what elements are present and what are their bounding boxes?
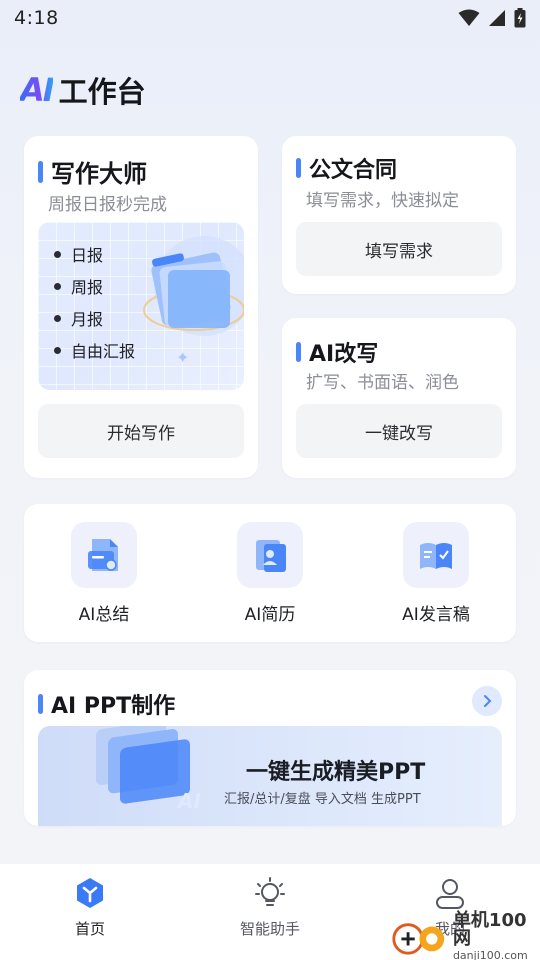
ppt-title: AI PPT制作 [51,694,176,719]
battery-icon [514,8,526,28]
sparkle-icon: ✦ [176,348,190,367]
status-time: 4:18 [14,7,59,29]
watermark-cn: 单机100网 [452,910,527,949]
writing-title: 写作大师 [51,160,147,188]
writing-subtitle: 周报日报秒完成 [48,195,167,215]
start-writing-button[interactable]: 开始写作 [38,404,244,458]
writing-master-card[interactable]: 写作大师 周报日报秒完成 日报 周报 月报 自由汇报 ✦ 开始写作 [24,136,258,478]
nav-label: 智能助手 [239,920,300,938]
status-bar: 4:18 [0,0,540,36]
card-title: 公文合同 [296,152,397,184]
writing-illustration: 日报 周报 月报 自由汇报 ✦ [38,222,244,390]
ppt-banner-subline: 汇报/总计/复盘 导入文档 生成PPT [224,792,421,807]
page-title: 工作台 [58,75,146,109]
ppt-more-button[interactable] [472,686,502,716]
ai-logo: AI [20,71,55,109]
accent-bar [38,160,43,183]
list-item: 自由汇报 [54,334,135,366]
lightbulb-icon [255,877,285,906]
nav-home[interactable]: 首页 [30,876,150,939]
bullet-dot [54,346,61,354]
tool-tile [403,522,469,588]
page-header: AI 工作台 [20,68,146,112]
card-title: AI PPT制作 [38,688,175,720]
watermark: 单机100网 danji100.com [390,912,540,960]
bullet-dot [54,250,61,258]
tool-tile [237,522,303,588]
tool-label: AI总结 [78,605,130,625]
bullet-dot [54,314,61,322]
chevron-right-icon [484,695,492,707]
official-docs-card[interactable]: 公文合同 填写需求，快速拟定 填写需求 [282,136,516,294]
ai-ppt-card[interactable]: AI PPT制作 AI 一键生成精美PPT 汇报/总计/复盘 导入文档 生成PP… [24,670,516,826]
tool-label: AI简历 [244,605,296,625]
tool-label: AI发言稿 [402,605,470,625]
accent-bar [296,342,301,362]
ai-rewrite-card[interactable]: AI改写 扩写、书面语、润色 一键改写 [282,318,516,478]
accent-bar [296,158,301,178]
folder-icon [143,236,244,336]
card-title: AI改写 [296,336,378,368]
tool-ai-resume[interactable]: AI简历 [210,522,330,625]
slides-stack-icon: AI [96,726,201,813]
ppt-banner-headline: 一键生成精美PPT [246,760,426,785]
card-title: 写作大师 [38,154,147,189]
rewrite-title: AI改写 [309,342,379,367]
ai-tools-card: AI总结 AI简历 AI发言稿 [24,504,516,642]
one-click-rewrite-button[interactable]: 一键改写 [296,404,502,458]
tool-ai-speech[interactable]: AI发言稿 [376,522,496,625]
resume-icon [256,540,286,572]
rewrite-subtitle: 扩写、书面语、润色 [306,373,459,393]
summary-doc-icon [88,539,118,571]
ppt-banner[interactable]: AI 一键生成精美PPT 汇报/总计/复盘 导入文档 生成PPT [38,726,502,826]
report-type-list: 日报 周报 月报 自由汇报 [54,238,135,366]
list-item: 日报 [54,238,135,270]
tool-tile [71,522,137,588]
bullet-dot [54,282,61,290]
accent-bar [38,694,43,714]
speech-book-icon [420,543,452,569]
signal-icon [489,10,505,26]
home-icon [77,878,103,908]
status-icons [458,8,526,28]
person-icon [436,879,464,909]
nav-label: 首页 [74,920,105,938]
ppt-logo-ai: AI [176,789,201,813]
wifi-icon [458,9,480,26]
nav-assistant[interactable]: 智能助手 [210,876,330,939]
official-title: 公文合同 [309,158,398,183]
fill-requirements-button[interactable]: 填写需求 [296,222,502,276]
list-item: 周报 [54,270,135,302]
official-subtitle: 填写需求，快速拟定 [306,191,459,211]
watermark-en: danji100.com [452,949,528,960]
tool-ai-summary[interactable]: AI总结 [44,522,164,625]
watermark-logo-icon [392,922,445,955]
list-item: 月报 [54,302,135,334]
